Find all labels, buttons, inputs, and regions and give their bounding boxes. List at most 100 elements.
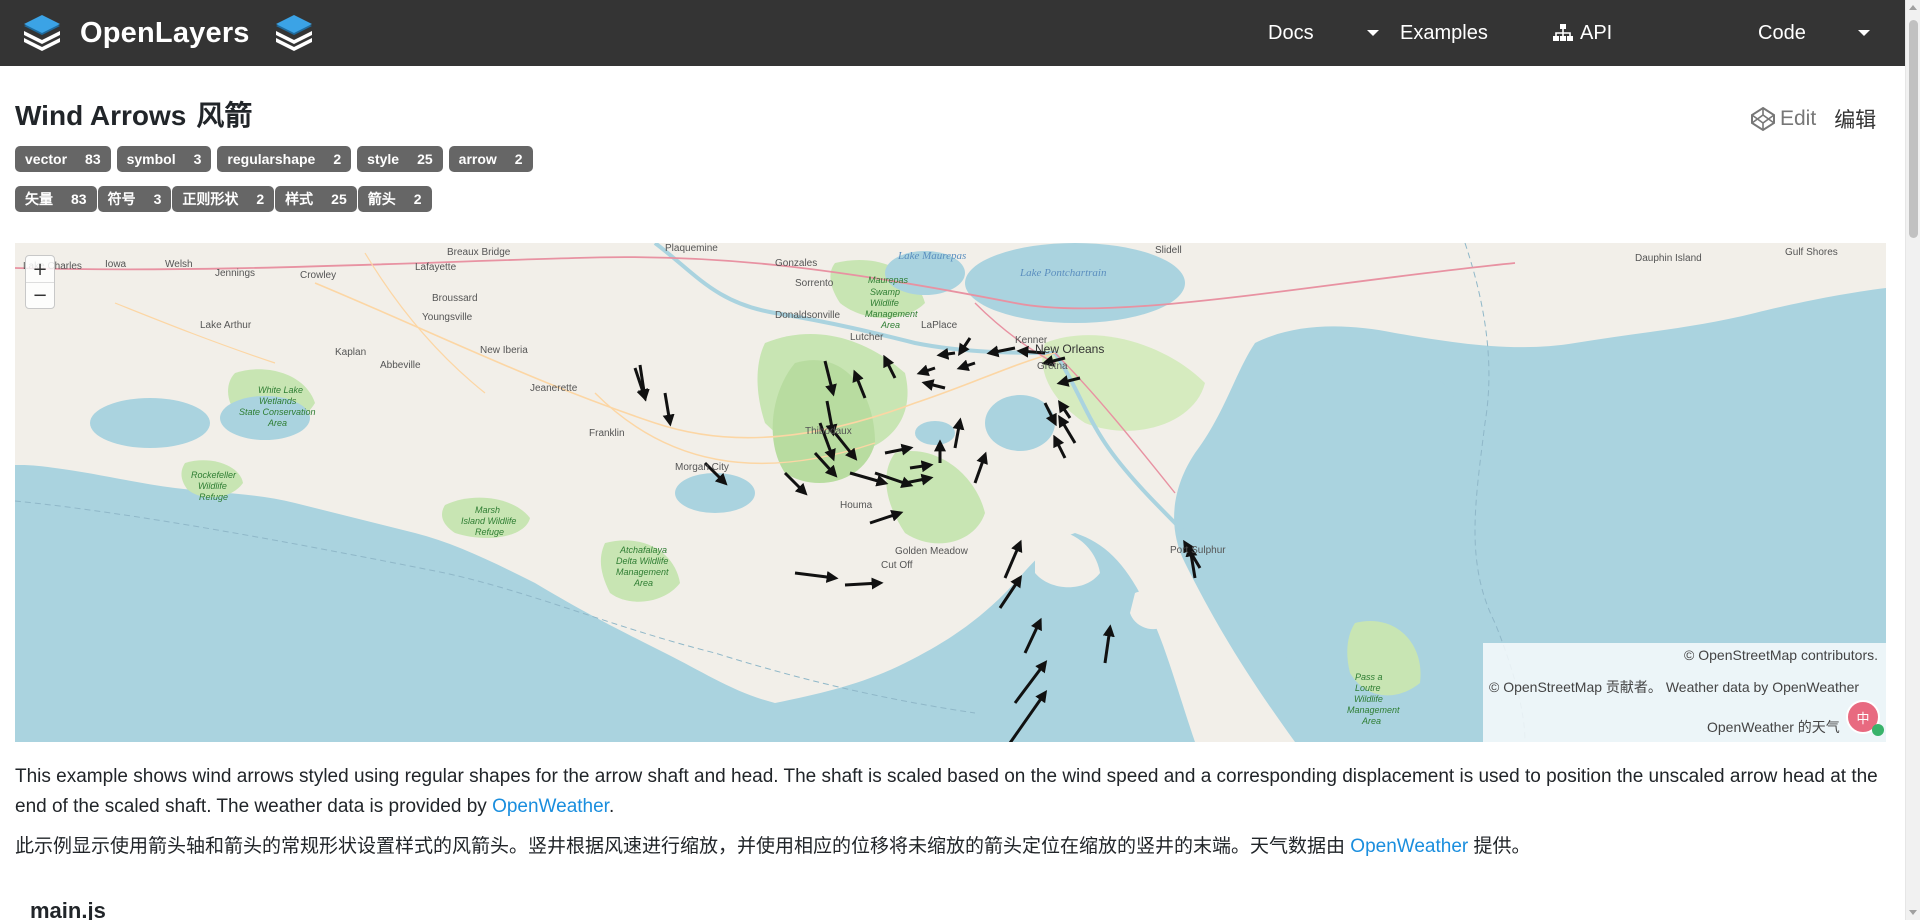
tag-arrow-zh[interactable]: 箭头 2 [357,186,432,212]
tag-regularshape[interactable]: regularshape 2 [217,146,352,172]
svg-text:White Lake: White Lake [258,385,303,395]
svg-text:Houma: Houma [840,500,873,511]
page-title-zh: 风箭 [196,100,253,131]
scroll-up-arrow-icon[interactable] [1909,5,1917,10]
svg-text:Cut Off: Cut Off [881,560,913,571]
svg-text:Swamp: Swamp [870,287,900,297]
edit-codepen-link[interactable]: Edit 编辑 [1750,104,1876,134]
svg-text:Island Wildlife: Island Wildlife [461,516,516,526]
tag-label: 正则形状 [182,191,239,207]
svg-text:Sorrento: Sorrento [795,278,834,289]
svg-text:Lake Arthur: Lake Arthur [200,320,252,331]
edit-label: Edit [1780,107,1817,130]
svg-text:Jennings: Jennings [215,268,255,279]
nav-docs[interactable]: Docs [1268,0,1314,66]
svg-text:Abbeville: Abbeville [380,360,421,371]
svg-text:Maurepas: Maurepas [868,275,909,285]
code-section-heading: main.js [30,898,106,920]
chevron-down-icon [1858,30,1870,36]
svg-text:Wildlife: Wildlife [198,481,227,491]
svg-text:Breaux Bridge: Breaux Bridge [447,247,511,258]
svg-text:LaPlace: LaPlace [921,320,958,331]
tag-label: symbol [126,151,176,167]
svg-text:Jeanerette: Jeanerette [530,383,578,394]
svg-text:Lake Maurepas: Lake Maurepas [897,250,966,262]
svg-text:Wildlife: Wildlife [1354,694,1383,704]
openlayers-logo-icon [24,15,60,51]
scrollbar-thumb[interactable] [1909,20,1918,238]
svg-text:Delta Wildlife: Delta Wildlife [616,556,668,566]
tag-list-zh: 矢量 83 符号 3 正则形状 2 样式 25 箭头 2 [15,186,432,212]
openweather-link[interactable]: OpenWeather [1772,679,1859,695]
tag-count: 25 [417,151,433,167]
tag-label: 符号 [107,191,136,207]
svg-text:Wildlife: Wildlife [870,298,899,308]
svg-text:State Conservation: State Conservation [239,407,316,417]
description-text: . [608,796,615,817]
nav-examples[interactable]: Examples [1400,0,1488,66]
svg-text:Golden Meadow: Golden Meadow [895,546,969,557]
nav-api-label: API [1580,21,1613,44]
tag-vector-zh[interactable]: 矢量 83 [15,186,97,212]
tag-label: vector [25,151,68,167]
page-title: Wind Arrows 风箭 [15,94,252,134]
scroll-down-arrow-icon[interactable] [1909,910,1917,915]
check-icon [1872,724,1884,736]
svg-text:Youngsville: Youngsville [422,312,473,323]
svg-text:Thibodaux: Thibodaux [805,426,852,437]
tag-style-zh[interactable]: 样式 25 [275,186,357,212]
description-zh: 此示例显示使用箭头轴和箭头的常规形状设置样式的风箭头。竖井根据风速进行缩放，并使… [15,832,1885,862]
zoom-control: + − [25,255,55,309]
lake-pontchartrain [965,243,1185,323]
svg-text:Management: Management [616,567,669,577]
codepen-icon [1751,106,1775,132]
svg-text:Welsh: Welsh [165,259,193,270]
description-text: This example shows wind arrows styled us… [15,766,1878,817]
map-viewport[interactable]: Lake Charles Iowa Welsh Jennings Crowley… [15,243,1886,742]
tag-count: 25 [331,191,347,207]
top-navbar: OpenLayers Docs Examples API Code [0,0,1905,66]
tag-count: 2 [256,191,265,207]
tag-symbol[interactable]: symbol 3 [116,146,212,172]
edit-label-zh: 编辑 [1834,109,1877,132]
svg-text:Refuge: Refuge [199,492,228,502]
description-en: This example shows wind arrows styled us… [15,762,1885,822]
page-title-en: Wind Arrows [15,100,187,131]
zoom-in-button[interactable]: + [26,256,54,282]
tag-regularshape-zh[interactable]: 正则形状 2 [172,186,275,212]
tag-label: arrow [458,151,497,167]
tag-style[interactable]: style 25 [357,146,443,172]
openweather-link[interactable]: OpenWeather [492,796,609,817]
openweather-link[interactable]: OpenWeather [1350,836,1468,857]
svg-text:Pass a: Pass a [1355,672,1383,682]
nav-examples-label: Examples [1400,21,1488,44]
nav-api[interactable]: API [1552,0,1612,66]
tag-count: 83 [85,151,101,167]
attribution-osm: © OpenStreetMap contributors. [1684,647,1878,663]
nav-docs-dropdown[interactable] [1367,0,1379,66]
nav-code-dropdown[interactable] [1858,0,1870,66]
tag-symbol-zh[interactable]: 符号 3 [97,186,172,212]
description-text: 此示例显示使用箭头轴和箭头的常规形状设置样式的风箭头。竖井根据风速进行缩放，并使… [15,836,1351,857]
svg-text:Donaldsonville: Donaldsonville [775,310,840,321]
tag-count: 2 [413,191,422,207]
openweather-link[interactable]: OpenWeather [1707,719,1794,735]
svg-text:Area: Area [880,320,900,330]
svg-text:Broussard: Broussard [432,293,478,304]
brand-name: OpenLayers [80,16,250,49]
brand-link[interactable]: OpenLayers [20,10,316,56]
page-scrollbar[interactable] [1905,0,1920,920]
svg-text:Gretna: Gretna [1037,361,1068,372]
svg-text:Rockefeller: Rockefeller [191,470,237,480]
svg-text:Gonzales: Gonzales [775,258,817,269]
tag-count: 3 [193,151,202,167]
svg-text:New Orleans: New Orleans [1035,342,1104,356]
tag-arrow[interactable]: arrow 2 [448,146,533,172]
tag-vector[interactable]: vector 83 [15,146,111,172]
nav-code-label: Code [1758,21,1806,44]
zoom-out-button[interactable]: − [26,282,54,308]
svg-text:Morgan City: Morgan City [675,462,729,473]
tag-label: style [367,151,400,167]
openlayers-logo-icon [275,15,312,51]
nav-code[interactable]: Code [1758,0,1806,66]
